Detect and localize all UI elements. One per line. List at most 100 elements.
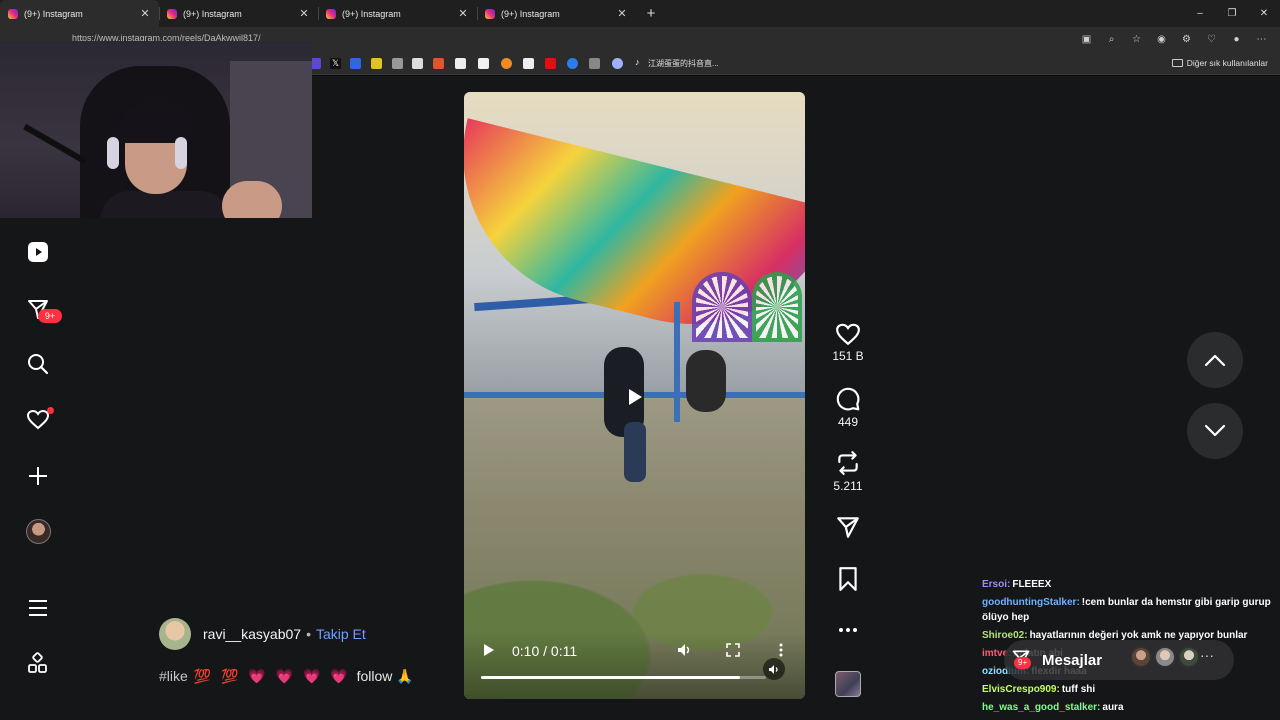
hashtag-link[interactable]: #like: [159, 668, 188, 684]
like-action[interactable]: 151 B: [830, 322, 866, 363]
instagram-favicon-icon: [326, 8, 336, 19]
bookmark-icon[interactable]: [455, 58, 466, 69]
create-plus-icon[interactable]: [25, 463, 51, 489]
reel-caption: #like 💯 💯 💗 💗 💗 💗 follow 🙏: [159, 668, 414, 685]
comment-action[interactable]: 449: [830, 386, 866, 429]
caption-emojis: 💯 💯 💗 💗 💗 💗: [193, 668, 351, 684]
bookmark-icon[interactable]: [523, 58, 534, 69]
browser-tab[interactable]: (9+) Instagram ✕: [0, 0, 159, 27]
browser-tab[interactable]: (9+) Instagram ✕: [477, 0, 636, 27]
comment-count: 449: [837, 415, 859, 429]
hamburger-menu-icon[interactable]: [25, 595, 51, 621]
video-frame: [674, 302, 680, 422]
other-favorites-folder[interactable]: Diğer sık kullanılanlar: [1171, 58, 1268, 68]
bookmark-icon[interactable]: [567, 58, 578, 69]
bookmark-icon[interactable]: [545, 58, 556, 69]
next-reel-button[interactable]: [1187, 403, 1243, 459]
separator-dot: •: [306, 626, 311, 642]
new-tab-button[interactable]: +: [640, 0, 662, 27]
restore-button[interactable]: ❐: [1216, 0, 1248, 27]
tab-close-icon[interactable]: ✕: [298, 7, 310, 20]
menu-dots-icon[interactable]: ⋯: [1253, 31, 1270, 48]
author-row: ravi__kasyab07 • Takip Et: [203, 626, 366, 642]
reel-video[interactable]: 0:10 / 0:11: [464, 92, 805, 699]
caption-word: follow: [356, 668, 393, 684]
extensions-icon[interactable]: ⚙: [1178, 31, 1195, 48]
x-icon[interactable]: 𝕏: [330, 58, 341, 69]
volume-icon[interactable]: [676, 641, 694, 659]
share-send-icon[interactable]: [835, 514, 861, 540]
follow-button[interactable]: Takip Et: [316, 626, 366, 642]
bookmark-icon[interactable]: [392, 58, 403, 69]
tab-close-icon[interactable]: ✕: [139, 7, 151, 20]
instagram-favicon-icon: [8, 8, 18, 19]
contact-avatar: [1130, 646, 1152, 668]
repost-action[interactable]: 5.211: [830, 450, 866, 493]
video-options-icon[interactable]: [772, 641, 790, 659]
close-window-button[interactable]: ✕: [1248, 0, 1280, 27]
bookmark-icon[interactable]: [612, 58, 623, 69]
more-dots-icon[interactable]: [837, 622, 859, 638]
more-options-action[interactable]: [830, 622, 866, 638]
bookmark-icon[interactable]: [350, 58, 361, 69]
webcam-headset: [175, 137, 187, 169]
minimize-button[interactable]: –: [1184, 0, 1216, 27]
bookmark-icon[interactable]: [478, 58, 489, 69]
chat-username: ElvisCrespo909:: [982, 684, 1060, 695]
bookmark-icon[interactable]: [501, 58, 512, 69]
play-icon[interactable]: [480, 641, 498, 659]
reels-icon[interactable]: [25, 239, 51, 265]
video-progress-bar[interactable]: [481, 676, 766, 679]
tab-title: (9+) Instagram: [183, 8, 242, 19]
chat-username: he_was_a_good_stalker:: [982, 702, 1101, 713]
like-heart-icon[interactable]: [835, 322, 861, 346]
tab-close-icon[interactable]: ✕: [616, 7, 628, 20]
bookmark-icon[interactable]: [412, 58, 423, 69]
instagram-favicon-icon: [167, 8, 177, 19]
comment-icon[interactable]: [835, 386, 861, 412]
mute-toggle-icon[interactable]: [763, 658, 785, 680]
bookmark-link[interactable]: 江湖蛋蛋的抖音直...: [648, 58, 719, 69]
reddit-icon[interactable]: [433, 58, 444, 69]
share-action[interactable]: [830, 514, 866, 540]
copilot-icon[interactable]: ◉: [1153, 31, 1170, 48]
chevron-up-icon: [1204, 354, 1226, 367]
previous-reel-button[interactable]: [1187, 332, 1243, 388]
favorite-star-icon[interactable]: ☆: [1128, 31, 1145, 48]
profile-avatar[interactable]: [26, 519, 51, 544]
chevron-down-icon: [1204, 424, 1226, 437]
chat-message: ElvisCrespo909: tuff shi: [982, 682, 1272, 697]
folder-label: Diğer sık kullanılanlar: [1186, 58, 1268, 68]
webcam-headset: [107, 137, 119, 169]
search-icon[interactable]: [25, 351, 51, 377]
browser-tab[interactable]: (9+) Instagram ✕: [159, 0, 318, 27]
messages-avatars: [1130, 646, 1200, 668]
save-action[interactable]: [830, 566, 866, 592]
contact-avatar: [1154, 646, 1176, 668]
zoom-icon[interactable]: ⌕: [1103, 31, 1120, 48]
original-audio-thumbnail[interactable]: [835, 671, 861, 697]
bookmark-icon[interactable]: [589, 58, 600, 69]
app-available-icon[interactable]: ▣: [1078, 31, 1095, 48]
folder-icon: [1171, 59, 1183, 67]
repost-icon[interactable]: [835, 450, 861, 476]
tiktok-icon[interactable]: ♪: [635, 57, 640, 67]
play-overlay-icon[interactable]: [618, 381, 650, 413]
browser-essentials-icon[interactable]: ♡: [1203, 31, 1220, 48]
profile-icon[interactable]: ●: [1228, 31, 1245, 48]
bookmark-save-icon[interactable]: [836, 566, 860, 592]
browser-tab[interactable]: (9+) Instagram ✕: [318, 0, 477, 27]
tab-title: (9+) Instagram: [24, 8, 83, 19]
fullscreen-icon[interactable]: [724, 641, 742, 659]
chat-username: Ersoi:: [982, 579, 1011, 590]
chat-message: he_was_a_good_stalker: aura: [982, 700, 1272, 715]
messages-more-dots[interactable]: ···: [1200, 647, 1214, 663]
tab-title: (9+) Instagram: [501, 8, 560, 19]
meta-apps-icon[interactable]: [25, 651, 51, 677]
video-wheel: [686, 350, 726, 412]
bookmark-icon[interactable]: [371, 58, 382, 69]
author-username[interactable]: ravi__kasyab07: [203, 626, 301, 642]
tab-close-icon[interactable]: ✕: [457, 7, 469, 20]
chat-username: goodhuntingStalker:: [982, 597, 1080, 608]
author-avatar[interactable]: [159, 618, 191, 650]
